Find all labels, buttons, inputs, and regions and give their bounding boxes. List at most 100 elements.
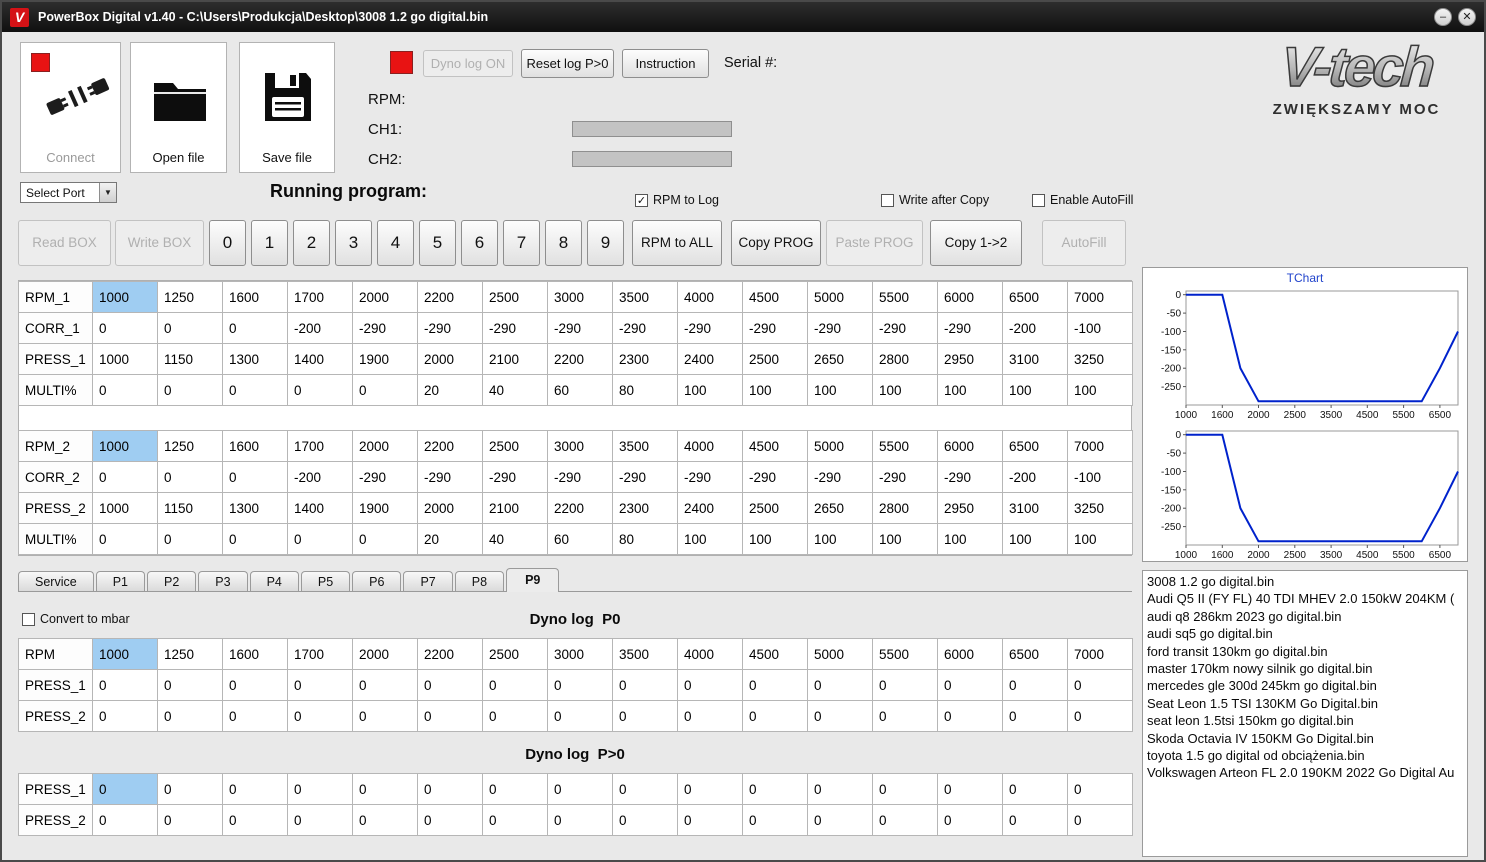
digit-button-4[interactable]: 4 xyxy=(377,220,414,266)
grid-cell[interactable]: 0 xyxy=(742,669,808,701)
grid-cell[interactable]: 0 xyxy=(352,773,418,805)
grid-cell[interactable]: 1250 xyxy=(157,281,223,313)
grid-cell[interactable]: 0 xyxy=(547,700,613,732)
autofill-button[interactable]: AutoFill xyxy=(1042,220,1126,266)
grid-cell[interactable]: 0 xyxy=(1067,773,1133,805)
grid-cell[interactable]: 0 xyxy=(807,804,873,836)
file-list-item[interactable]: mercedes gle 300d 245km go digital.bin xyxy=(1143,677,1467,694)
grid-cell[interactable]: 0 xyxy=(872,804,938,836)
digit-button-0[interactable]: 0 xyxy=(209,220,246,266)
close-icon[interactable]: ✕ xyxy=(1458,8,1476,26)
grid-cell[interactable]: 0 xyxy=(482,804,548,836)
grid-cell[interactable]: 2800 xyxy=(872,343,938,375)
grid-cell[interactable]: 20 xyxy=(417,523,483,555)
grid-cell[interactable]: 1700 xyxy=(287,638,353,670)
grid-cell[interactable]: 0 xyxy=(937,804,1003,836)
grid-cell[interactable]: -290 xyxy=(417,461,483,493)
grid-cell[interactable]: 0 xyxy=(742,804,808,836)
grid-cell[interactable]: 4500 xyxy=(742,281,808,313)
grid-cell[interactable]: 0 xyxy=(157,374,223,406)
grid-cell[interactable]: 6000 xyxy=(937,638,1003,670)
grid-cell[interactable]: 2950 xyxy=(937,343,1003,375)
file-list-item[interactable]: 3008 1.2 go digital.bin xyxy=(1143,573,1467,590)
grid-cell[interactable]: 1250 xyxy=(157,430,223,462)
grid-cell[interactable]: 0 xyxy=(872,773,938,805)
grid-cell[interactable]: 100 xyxy=(937,374,1003,406)
grid-cell[interactable]: 0 xyxy=(352,804,418,836)
grid-cell[interactable]: 2200 xyxy=(547,343,613,375)
grid-cell[interactable]: -290 xyxy=(482,461,548,493)
grid-cell[interactable]: 1700 xyxy=(287,281,353,313)
grid-cell[interactable]: 0 xyxy=(417,700,483,732)
grid-cell[interactable]: 3250 xyxy=(1067,492,1133,524)
grid-cell[interactable]: 0 xyxy=(547,773,613,805)
grid-cell[interactable]: 2100 xyxy=(482,492,548,524)
grid-cell[interactable]: 2200 xyxy=(417,430,483,462)
grid-cell[interactable]: 0 xyxy=(547,804,613,836)
grid-cell[interactable]: 5500 xyxy=(872,638,938,670)
grid-cell[interactable]: -290 xyxy=(352,461,418,493)
grid-cell[interactable]: 100 xyxy=(872,374,938,406)
grid-cell[interactable]: -290 xyxy=(937,312,1003,344)
save-file-button[interactable]: Save file xyxy=(239,42,335,173)
grid-cell[interactable]: 40 xyxy=(482,523,548,555)
grid-cell[interactable]: 0 xyxy=(547,669,613,701)
grid-cell[interactable]: 0 xyxy=(612,669,678,701)
grid-cell[interactable]: 100 xyxy=(1067,374,1133,406)
grid-cell[interactable]: 2200 xyxy=(417,281,483,313)
grid-cell[interactable]: 2100 xyxy=(482,343,548,375)
grid-cell[interactable]: -200 xyxy=(287,461,353,493)
grid-cell[interactable]: -100 xyxy=(1067,461,1133,493)
grid-cell[interactable]: -200 xyxy=(1002,461,1068,493)
tab-p8[interactable]: P8 xyxy=(454,571,505,592)
grid-cell[interactable]: -290 xyxy=(547,312,613,344)
grid-cell[interactable]: 1000 xyxy=(92,492,158,524)
grid-cell[interactable]: 1300 xyxy=(222,492,288,524)
grid-cell[interactable]: -290 xyxy=(482,312,548,344)
grid-cell[interactable]: 3500 xyxy=(612,281,678,313)
grid-cell[interactable]: 2500 xyxy=(482,281,548,313)
grid-cell[interactable]: 100 xyxy=(742,523,808,555)
grid-cell[interactable]: 0 xyxy=(807,773,873,805)
grid-cell[interactable]: 1250 xyxy=(157,638,223,670)
grid-cell[interactable]: 0 xyxy=(352,700,418,732)
digit-button-7[interactable]: 7 xyxy=(503,220,540,266)
grid-cell[interactable]: 0 xyxy=(677,700,743,732)
grid-cell[interactable]: 0 xyxy=(742,700,808,732)
grid-cell[interactable]: 0 xyxy=(677,804,743,836)
grid-cell[interactable]: 2650 xyxy=(807,343,873,375)
grid-cell[interactable]: 6000 xyxy=(937,430,1003,462)
minimize-icon[interactable]: – xyxy=(1434,8,1452,26)
grid-cell[interactable]: 3500 xyxy=(612,430,678,462)
grid-cell[interactable]: 2400 xyxy=(677,343,743,375)
grid-cell[interactable]: 3000 xyxy=(547,430,613,462)
grid-cell[interactable]: 2200 xyxy=(417,638,483,670)
grid-cell[interactable]: -200 xyxy=(1002,312,1068,344)
grid-cell[interactable]: 3100 xyxy=(1002,343,1068,375)
grid-cell[interactable]: -290 xyxy=(677,461,743,493)
copy-prog-button[interactable]: Copy PROG xyxy=(731,220,821,266)
grid-cell[interactable]: 100 xyxy=(1002,523,1068,555)
grid-cell[interactable]: 7000 xyxy=(1067,430,1133,462)
rpm-to-all-button[interactable]: RPM to ALL xyxy=(632,220,722,266)
chevron-down-icon[interactable]: ▼ xyxy=(99,183,116,202)
grid-cell[interactable]: 2000 xyxy=(417,343,483,375)
grid-cell[interactable]: 0 xyxy=(222,669,288,701)
grid-cell[interactable]: 0 xyxy=(92,669,158,701)
grid-cell[interactable]: 80 xyxy=(612,523,678,555)
grid-cell[interactable]: 1150 xyxy=(157,492,223,524)
file-list-item[interactable]: seat leon 1.5tsi 150km go digital.bin xyxy=(1143,712,1467,729)
reset-log-button[interactable]: Reset log P>0 xyxy=(521,49,614,78)
grid-cell[interactable]: 4000 xyxy=(677,281,743,313)
grid-cell[interactable]: 2400 xyxy=(677,492,743,524)
grid-cell[interactable]: 0 xyxy=(872,669,938,701)
grid-cell[interactable]: 1600 xyxy=(222,430,288,462)
grid-cell[interactable]: 0 xyxy=(92,700,158,732)
grid-cell[interactable]: 0 xyxy=(417,773,483,805)
grid-cell[interactable]: 0 xyxy=(612,700,678,732)
grid-cell[interactable]: 4500 xyxy=(742,638,808,670)
grid-cell[interactable]: 0 xyxy=(1002,773,1068,805)
grid-cell[interactable]: -290 xyxy=(417,312,483,344)
grid-cell[interactable]: -290 xyxy=(872,312,938,344)
connect-button[interactable]: Connect xyxy=(20,42,121,173)
